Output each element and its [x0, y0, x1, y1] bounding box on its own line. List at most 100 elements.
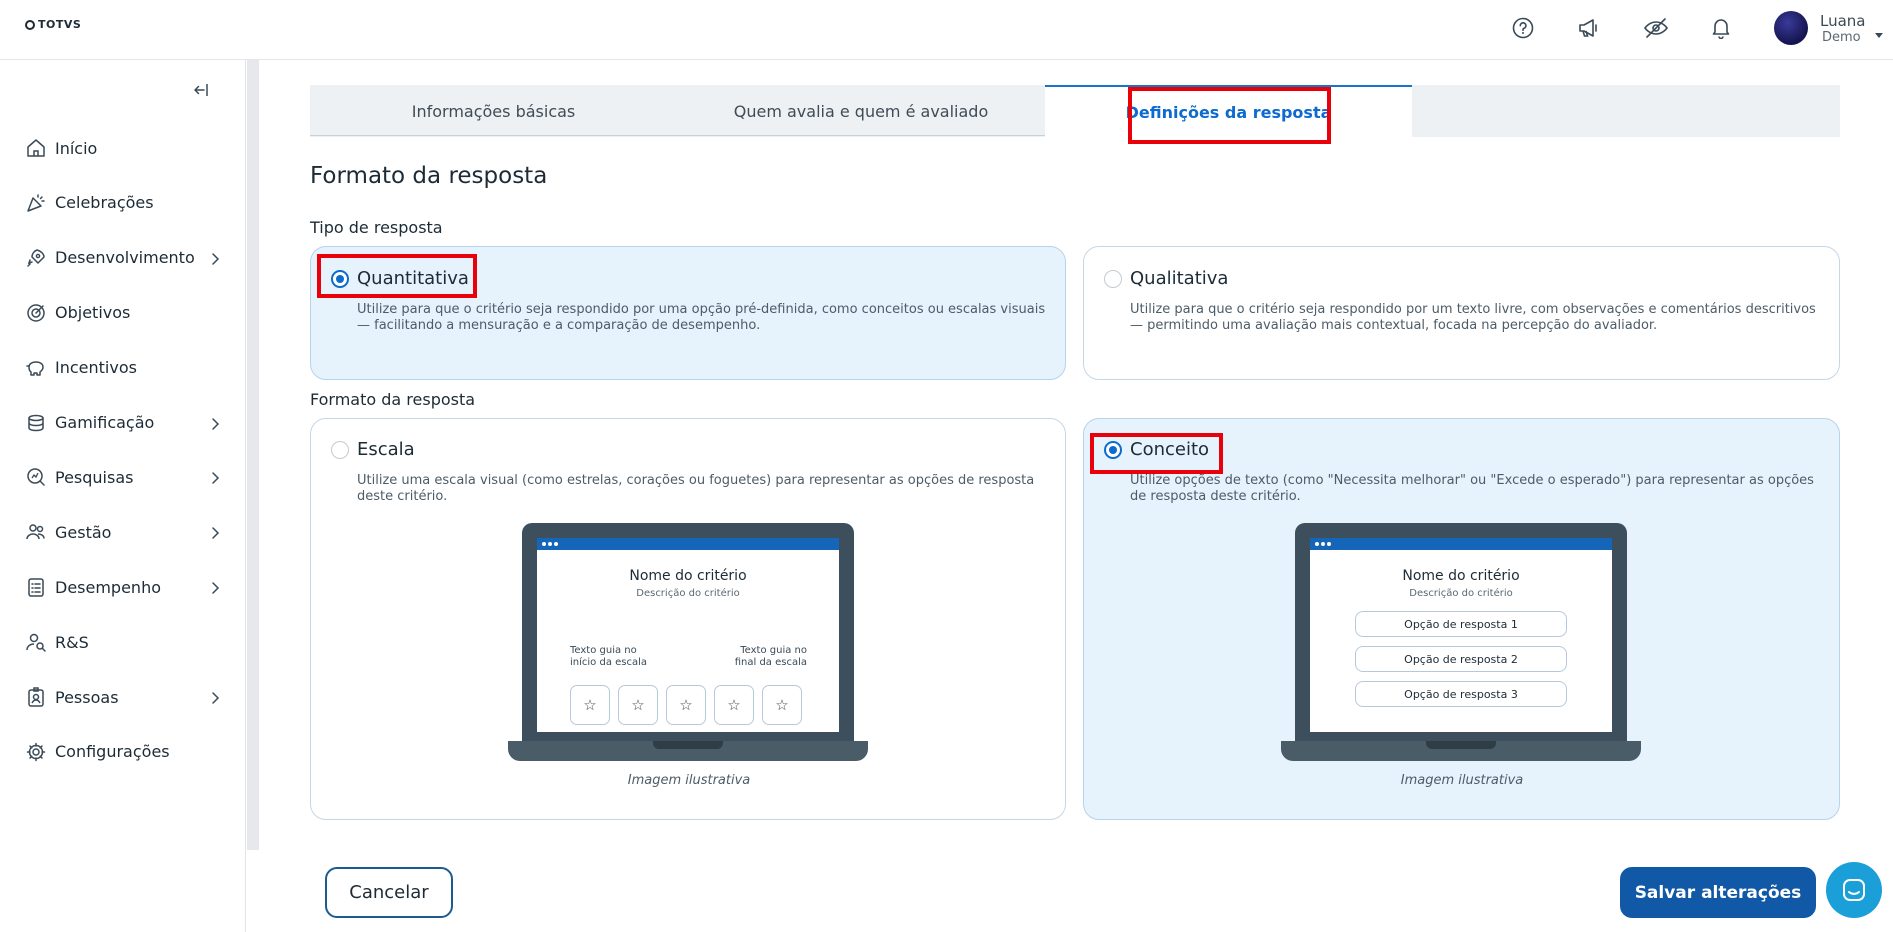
conceito-option-2: Opção de resposta 2 [1355, 646, 1567, 672]
chevron-right-icon[interactable] [210, 416, 220, 435]
card-qualitativa[interactable]: Qualitativa Utilize para que o critério … [1083, 246, 1840, 380]
totvs-logo[interactable]: TOTVS [25, 18, 81, 31]
card-escala[interactable]: Escala Utilize uma escala visual (como e… [310, 418, 1066, 820]
chevron-right-icon[interactable] [210, 580, 220, 599]
help-icon[interactable] [1509, 14, 1537, 42]
bell-icon[interactable] [1707, 14, 1735, 42]
sidebar-item-label: R&S [55, 632, 89, 652]
card-quantitativa[interactable]: Quantitativa Utilize para que o critério… [310, 246, 1066, 380]
radio-quantitativa[interactable] [331, 270, 349, 288]
user-role: Demo [1822, 30, 1861, 45]
chat-icon[interactable] [1826, 862, 1882, 918]
radio-escala[interactable] [331, 441, 349, 459]
tab-underline [310, 135, 1045, 136]
sidebar-item-pessoas[interactable]: Pessoas [25, 680, 225, 714]
sidebar-item-label: Pessoas [55, 687, 119, 707]
conceito-preview-laptop: Nome do critério Descrição do critério O… [1281, 523, 1641, 768]
scrollbar-track[interactable] [247, 60, 259, 850]
hide-icon[interactable] [1642, 14, 1670, 42]
quantitativa-title: Quantitativa [357, 268, 469, 289]
star-icon: ☆ [762, 685, 802, 725]
qualitativa-desc: Utilize para que o critério seja respond… [1130, 302, 1816, 333]
sidebar-item-label: Desenvolvimento [55, 248, 195, 268]
card-conceito[interactable]: Conceito Utilize opções de texto (como "… [1083, 418, 1840, 820]
sidebar-item-label: Início [55, 138, 98, 158]
tab-informacoes-basicas[interactable]: Informações básicas [310, 85, 677, 137]
escala-desc: Utilize uma escala visual (como estrelas… [357, 473, 1035, 504]
escala-preview-laptop: Nome do critério Descrição do critério T… [508, 523, 868, 768]
radio-conceito[interactable] [1104, 441, 1122, 459]
rocket-icon [25, 247, 47, 269]
logo-text: TOTVS [38, 18, 82, 31]
sidebar-item-gestao[interactable]: Gestão [25, 515, 225, 549]
sidebar-item-label: Configurações [55, 742, 170, 762]
sidebar-item-gamificacao[interactable]: Gamificação [25, 406, 225, 440]
chevron-right-icon[interactable] [210, 525, 220, 544]
qualitativa-title: Qualitativa [1130, 268, 1229, 289]
user-search-icon [25, 631, 47, 653]
conceito-caption: Imagem ilustrativa [1400, 773, 1524, 788]
cancel-button[interactable]: Cancelar [325, 867, 453, 918]
conceito-preview-title: Nome do critério [1402, 568, 1520, 584]
sidebar-item-r-s[interactable]: R&S [25, 625, 225, 659]
escala-preview-screen: Nome do critério Descrição do critério T… [537, 538, 839, 732]
sidebar-item-objetivos[interactable]: Objetivos [25, 296, 225, 330]
megaphone-icon[interactable] [1575, 14, 1603, 42]
radio-qualitativa[interactable] [1104, 270, 1122, 288]
chevron-down-icon[interactable] [1875, 33, 1883, 38]
sidebar-item-label: Pesquisas [55, 467, 134, 487]
search-doc-icon [25, 466, 47, 488]
star-icon: ☆ [666, 685, 706, 725]
sidebar-item-pesquisas[interactable]: Pesquisas [25, 460, 225, 494]
sidebar-item-incentivos[interactable]: Incentivos [25, 351, 225, 385]
top-bar: TOTVS Luana Demo [0, 0, 1893, 60]
conceito-preview-screen: Nome do critério Descrição do critério O… [1310, 538, 1612, 732]
coins-icon [25, 412, 47, 434]
formato-resposta-label: Formato da resposta [310, 390, 476, 409]
sidebar-item-inicio[interactable]: Início [25, 131, 225, 165]
avatar[interactable] [1774, 11, 1808, 45]
conceito-preview-subtitle: Descrição do critério [1409, 588, 1513, 599]
conceito-desc: Utilize opções de texto (como "Necessita… [1130, 473, 1814, 504]
piggy-bank-icon [25, 357, 47, 379]
checklist-icon [25, 576, 47, 598]
conceito-option-3: Opção de resposta 3 [1355, 681, 1567, 707]
escala-title: Escala [357, 439, 415, 460]
tipo-resposta-label: Tipo de resposta [310, 218, 443, 237]
page-title: Formato da resposta [310, 163, 548, 189]
escala-caption: Imagem ilustrativa [627, 773, 751, 788]
chevron-right-icon[interactable] [210, 251, 220, 270]
star-icon: ☆ [618, 685, 658, 725]
sidebar-item-desempenho[interactable]: Desempenho [25, 570, 225, 604]
sidebar-item-label: Objetivos [55, 303, 131, 323]
people-icon [25, 521, 47, 543]
tab-quem-avalia[interactable]: Quem avalia e quem é avaliado [677, 85, 1045, 137]
conceito-title: Conceito [1130, 439, 1210, 460]
conceito-option-1: Opção de resposta 1 [1355, 611, 1567, 637]
escala-guide-start: Texto guia no início da escala [570, 645, 648, 668]
home-icon [25, 137, 47, 159]
sidebar-item-desenvolvimento[interactable]: Desenvolvimento [25, 241, 225, 275]
target-icon [25, 302, 47, 324]
gear-icon [25, 741, 47, 763]
star-icon: ☆ [714, 685, 754, 725]
escala-guide-end: Texto guia no final da escala [734, 645, 807, 668]
logo-ring-icon [25, 19, 35, 30]
sidebar-item-label: Desempenho [55, 577, 161, 597]
sidebar-item-celebracoes[interactable]: Celebrações [25, 186, 225, 220]
sidebar-item-label: Gamificação [55, 413, 155, 432]
sidebar-item-configuracoes[interactable]: Configurações [25, 735, 225, 769]
tab-bar: Informações básicas Quem avalia e quem é… [310, 85, 1840, 137]
collapse-sidebar-icon[interactable] [192, 80, 212, 100]
chevron-right-icon[interactable] [210, 470, 220, 489]
save-button[interactable]: Salvar alterações [1620, 867, 1816, 918]
escala-preview-subtitle: Descrição do critério [636, 588, 740, 599]
badge-icon [25, 686, 47, 708]
sidebar-item-label: Gestão [55, 522, 112, 542]
quantitativa-desc: Utilize para que o critério seja respond… [357, 302, 1046, 333]
chevron-right-icon[interactable] [210, 690, 220, 709]
sidebar-item-label: Incentivos [55, 358, 137, 378]
tab-definicoes-resposta[interactable]: Definições da resposta [1045, 85, 1412, 137]
user-name[interactable]: Luana [1820, 12, 1866, 30]
party-icon [25, 192, 47, 214]
